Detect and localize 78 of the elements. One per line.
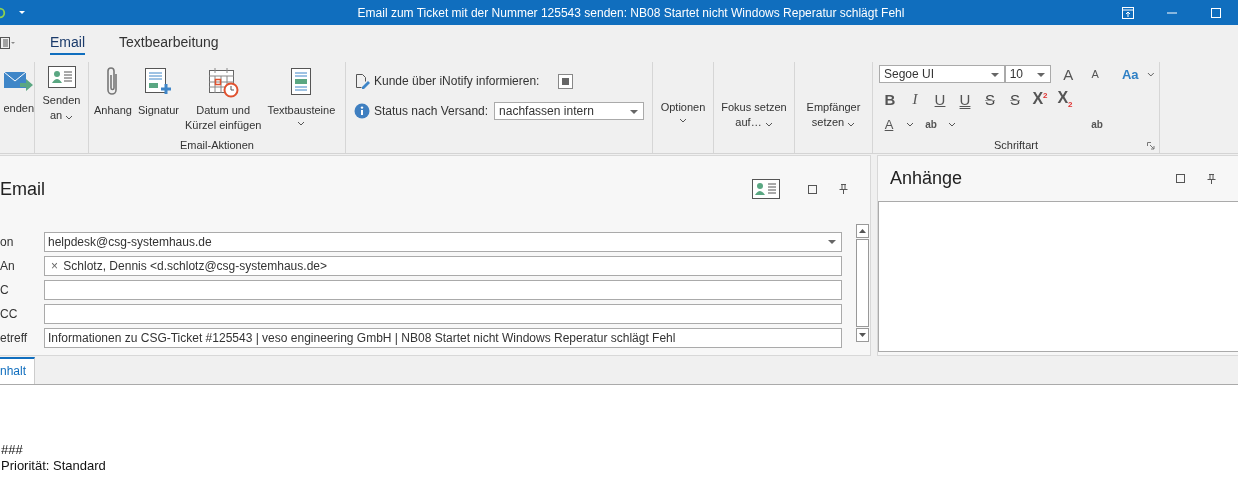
dropdown-arrow-icon[interactable] — [990, 73, 999, 77]
chevron-icon[interactable] — [906, 121, 914, 127]
dialog-launcher-icon[interactable] — [1147, 142, 1155, 150]
body-text-line: Priorität: Standard — [1, 458, 107, 474]
notify-label: Kunde über iNotify informieren: — [374, 74, 540, 88]
attachment-button[interactable]: Anhang — [91, 62, 135, 133]
scroll-up-icon[interactable] — [856, 224, 869, 238]
highlight-button[interactable]: ab — [921, 114, 941, 134]
group-label: Schriftart — [993, 139, 1039, 151]
subject-field[interactable]: Informationen zu CSG-Ticket #125543 | veso engineering GmbH | NB08 Startet nicht Windows Reperatur schlägt Fehl — [44, 328, 842, 348]
chevron-icon[interactable] — [764, 121, 773, 127]
window-title: Email zum Ticket mit der Nummer 125543 senden: NB08 Startet nicht Windows Reperatur schlägt Fehl — [356, 5, 906, 20]
status-label: Status nach Versand: — [374, 104, 489, 118]
panel-title: Anhänge — [890, 168, 964, 189]
italic-button[interactable]: I — [904, 89, 926, 109]
double-underline-button[interactable]: U — [954, 89, 976, 109]
calendar-clock-icon — [207, 66, 240, 98]
info-icon — [354, 103, 370, 119]
chevron-icon[interactable] — [847, 121, 856, 127]
field-label: An — [0, 259, 16, 273]
group-label: Email-Aktionen — [179, 139, 255, 151]
text-blocks-button[interactable]: Textbausteine — [264, 62, 339, 133]
field-label: etreff — [0, 331, 29, 345]
scroll-down-icon[interactable] — [856, 328, 869, 342]
message-editor[interactable]: ### Priorität: Standard — [0, 385, 1238, 486]
cc-field[interactable] — [44, 280, 842, 300]
caret-icon[interactable] — [18, 10, 26, 15]
dropdown-arrow-icon[interactable] — [1037, 73, 1046, 77]
recipient-field[interactable]: × Schlotz, Dennis <d.schlotz@csg-systemhaus.de> — [44, 256, 842, 276]
date-insert-button[interactable]: Datum und Kürzel einfügen — [181, 62, 265, 133]
field-label: C — [0, 283, 10, 297]
chevron-icon[interactable] — [65, 114, 74, 120]
scrollbar-thumb[interactable] — [856, 239, 869, 327]
chevron-icon[interactable] — [948, 121, 956, 127]
options-menu-button[interactable]: Optionen — [657, 66, 709, 153]
edit-document-icon — [354, 73, 370, 89]
shrink-font-button[interactable]: A — [1085, 64, 1106, 84]
status-dropdown[interactable]: nachfassen intern — [494, 102, 645, 120]
bold-button[interactable]: B — [879, 89, 901, 109]
recipients-menu-button[interactable]: Empfänger setzen — [803, 66, 864, 153]
pin-icon[interactable] — [839, 184, 848, 194]
send-to-button[interactable]: Senden an — [39, 62, 84, 153]
maximize-icon[interactable] — [1176, 174, 1185, 183]
chevron-icon[interactable] — [297, 121, 306, 126]
bcc-field[interactable] — [44, 304, 842, 324]
send-button[interactable]: enden — [3, 62, 34, 153]
script-button[interactable]: X$^{2}$ — [1029, 89, 1051, 109]
ribbon-tab[interactable]: Textbearbeitung — [119, 30, 219, 55]
maximize-icon[interactable] — [808, 184, 817, 194]
field-label: CC — [0, 307, 19, 321]
body-text-line: ### — [1, 442, 24, 458]
sender-dropdown[interactable]: helpdesk@csg-systemhaus.de — [44, 232, 842, 252]
document-icon — [289, 66, 314, 98]
font-family-dropdown[interactable]: Segoe UI — [879, 65, 1005, 83]
change-case-button[interactable]: Aa — [1120, 64, 1141, 84]
underline-button[interactable]: U — [929, 89, 951, 109]
signature-button[interactable]: Signatur — [134, 62, 182, 133]
focus-menu-button[interactable]: Fokus setzen auf… — [718, 66, 790, 153]
grow-font-button[interactable]: A — [1058, 64, 1079, 84]
chevron-icon[interactable] — [1147, 71, 1155, 77]
restore-icon[interactable] — [1122, 6, 1134, 19]
clear-format-button[interactable]: ab — [1087, 114, 1107, 134]
contact-card-icon[interactable] — [752, 179, 780, 199]
field-label: on — [0, 235, 15, 249]
content-tab[interactable]: nhalt — [0, 357, 36, 384]
recipient-token[interactable]: × Schlotz, Dennis <d.schlotz@csg-systemhaus.de> — [48, 259, 327, 273]
font-color-button[interactable]: A — [879, 114, 899, 134]
script-button[interactable]: X$_{2}$ — [1054, 89, 1076, 109]
notify-checkbox[interactable] — [558, 73, 574, 89]
ribbon-tab[interactable]: Email — [50, 30, 85, 55]
dropdown-arrow-icon[interactable] — [828, 240, 836, 244]
panel-title: Email — [0, 178, 46, 200]
menu-icon[interactable] — [0, 36, 16, 49]
contact-card-icon — [47, 66, 76, 88]
pin-icon[interactable] — [1207, 173, 1216, 184]
dropdown-arrow-icon[interactable] — [630, 110, 639, 114]
chevron-icon[interactable] — [679, 118, 687, 123]
font-size-dropdown[interactable]: 10 — [1004, 65, 1052, 83]
